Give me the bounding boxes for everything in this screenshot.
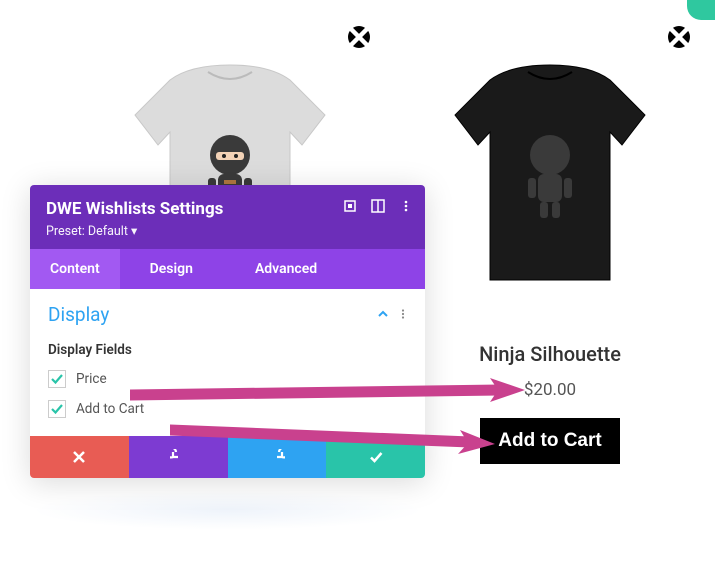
panel-tabs: Content Design Advanced [30,249,425,289]
product-price: $20.00 [400,380,700,400]
expand-icon[interactable] [343,199,357,213]
tshirt-black [450,60,650,290]
section-title[interactable]: Display [48,303,407,326]
tab-advanced[interactable]: Advanced [235,249,337,289]
remove-product-button[interactable] [668,26,690,48]
product-title: Ninja Silhouette [400,342,700,366]
panel-body: Display Display Fields Price Add to Cart [30,289,425,436]
tab-content[interactable]: Content [30,249,120,289]
columns-icon[interactable] [371,199,385,213]
panel-header: DWE Wishlists Settings Preset: Default ▾ [30,185,425,249]
panel-shadow [30,490,425,530]
undo-button[interactable] [129,436,228,478]
field-addtocart-label: Add to Cart [76,401,144,417]
redo-button[interactable] [228,436,327,478]
add-to-cart-button[interactable]: Add to Cart [480,418,619,464]
section-more-icon[interactable] [397,305,409,324]
settings-panel: DWE Wishlists Settings Preset: Default ▾… [30,185,425,478]
field-addtocart-row: Add to Cart [48,400,407,418]
tab-design[interactable]: Design [130,249,213,289]
panel-footer [30,436,425,478]
field-price-label: Price [76,371,107,387]
checkbox-price[interactable] [48,370,66,388]
collapse-icon[interactable] [377,305,389,324]
field-price-row: Price [48,370,407,388]
chevron-down-icon: ▾ [131,224,137,239]
product-image [400,20,700,330]
preset-label: Preset: Default [46,224,128,239]
panel-preset[interactable]: Preset: Default ▾ [46,223,409,239]
more-icon[interactable] [399,199,413,213]
remove-product-button[interactable] [348,26,370,48]
display-fields-label: Display Fields [48,342,407,358]
checkbox-addtocart[interactable] [48,400,66,418]
cancel-button[interactable] [30,436,129,478]
confirm-button[interactable] [326,436,425,478]
product-card: Ninja Silhouette $20.00 Add to Cart [400,20,700,464]
